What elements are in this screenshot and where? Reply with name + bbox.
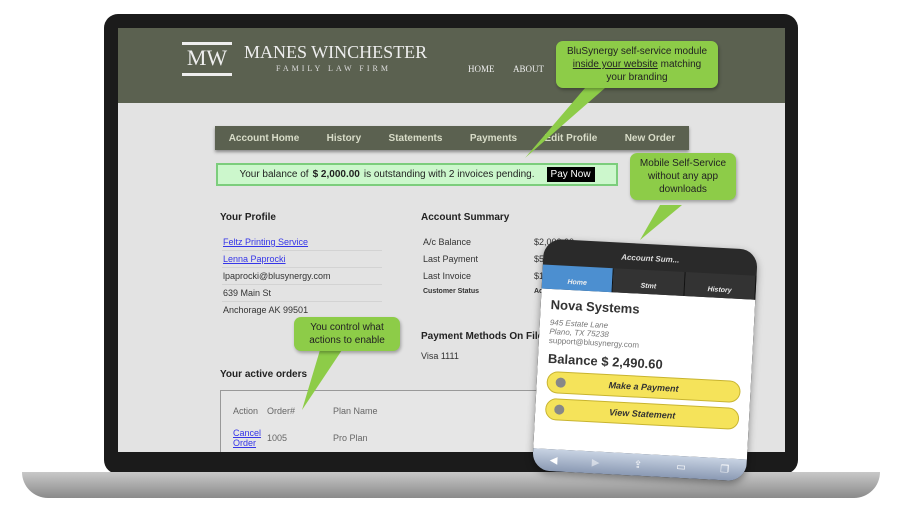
mobile-phone: Account Sum... Home Stmt History Nova Sy… <box>532 238 758 482</box>
callout-tail <box>525 88 605 158</box>
make-payment-button[interactable]: Make a Payment <box>546 370 742 404</box>
phone-company: Nova Systems <box>550 297 640 317</box>
phone-tab-history[interactable]: History <box>684 271 757 300</box>
payment-icon <box>555 377 566 388</box>
button-label: View Statement <box>608 407 676 421</box>
info-icon <box>554 404 565 415</box>
callout-branding: BluSynergy self-service module inside yo… <box>556 41 718 88</box>
callout-tail <box>640 205 682 240</box>
callout-tail <box>302 350 342 410</box>
forward-icon[interactable]: ▶ <box>592 457 600 468</box>
tabs-icon[interactable]: ❐ <box>720 464 730 475</box>
back-icon[interactable]: ◀ <box>550 455 558 466</box>
callout-text: BluSynergy self-service module <box>566 46 708 57</box>
callout-tails <box>302 88 682 410</box>
phone-body: Nova Systems 945 Estate Lane Plano, TX 7… <box>533 288 756 460</box>
callout-control: You control what actions to enable <box>294 317 400 351</box>
callout-text: matching <box>657 59 702 70</box>
callout-text: inside your website <box>572 59 658 70</box>
bookmarks-icon[interactable]: ▭ <box>676 461 686 472</box>
callout-mobile: Mobile Self-Service without any app down… <box>630 153 736 200</box>
phone-tab-stmt[interactable]: Stmt <box>612 268 686 296</box>
callout-text: your branding <box>606 72 668 83</box>
button-label: Make a Payment <box>608 380 679 394</box>
phone-tab-home[interactable]: Home <box>541 264 615 293</box>
view-statement-button[interactable]: View Statement <box>544 397 740 430</box>
share-icon[interactable]: ⇪ <box>633 459 642 470</box>
